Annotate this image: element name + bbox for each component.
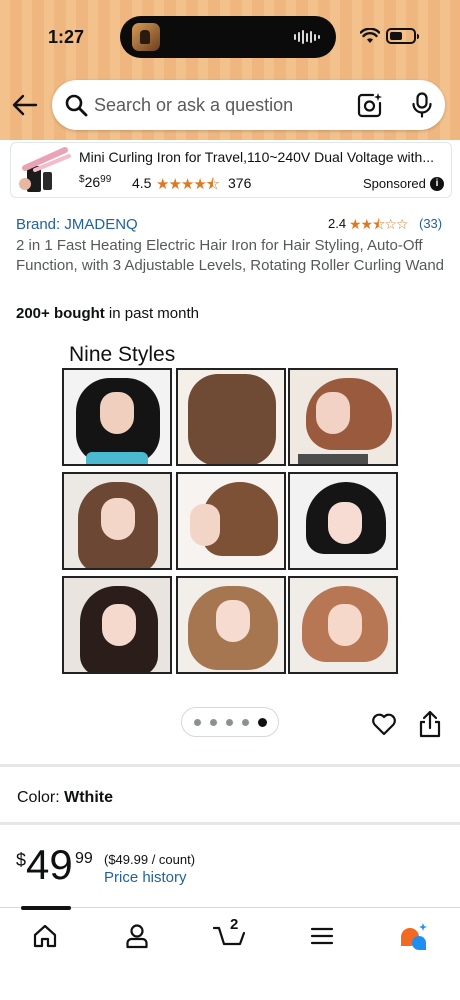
ad-product-image: [19, 147, 71, 192]
hairstyle-photo: [288, 368, 398, 466]
camera-lens-icon[interactable]: [357, 92, 383, 118]
ad-title[interactable]: Mini Curling Iron for Travel,110~240V Du…: [79, 149, 434, 165]
section-divider: [0, 822, 460, 825]
nav-cart[interactable]: 2: [205, 916, 255, 954]
back-arrow-icon[interactable]: [12, 93, 38, 117]
color-selection[interactable]: Color: Wthite: [17, 789, 113, 807]
search-icon: [65, 94, 88, 117]
sponsored-product-ad[interactable]: Mini Curling Iron for Travel,110~240V Du…: [10, 142, 452, 198]
image-carousel-dots[interactable]: [181, 707, 279, 737]
product-rating-value[interactable]: 2.4: [328, 216, 346, 231]
hairstyle-photo: [176, 368, 286, 466]
microphone-icon[interactable]: [410, 92, 434, 118]
carousel-dot[interactable]: [225, 718, 233, 726]
now-playing-thumbnail: [132, 23, 160, 51]
cart-count: 2: [230, 916, 239, 933]
rufus-assistant-icon: [401, 923, 427, 950]
price-per-unit: ($49.99 / count): [104, 852, 196, 867]
battery-icon: [386, 28, 419, 44]
share-icon[interactable]: [418, 710, 442, 738]
ad-rating-value: 4.5: [132, 175, 152, 191]
status-time: 1:27: [48, 27, 85, 47]
product-title: 2 in 1 Fast Heating Electric Hair Iron f…: [16, 237, 444, 274]
carousel-dot[interactable]: [241, 718, 249, 726]
carousel-dot[interactable]: [193, 718, 201, 726]
dynamic-island: [120, 16, 336, 58]
price-fraction: 99: [75, 850, 93, 867]
price-currency-symbol: $: [16, 850, 27, 870]
home-icon: [33, 924, 57, 948]
bottom-navigation: 2: [0, 906, 460, 1000]
nav-rufus[interactable]: [388, 918, 438, 954]
ad-rating-stars: ★★★★⯪: [156, 176, 220, 193]
audio-wave-icon: [294, 30, 320, 44]
carousel-dot[interactable]: [209, 718, 217, 726]
top-header: 1:27 Search or ask a question: [0, 0, 460, 140]
nav-menu[interactable]: [297, 918, 347, 954]
nav-account[interactable]: [112, 918, 162, 954]
nav-home[interactable]: [20, 918, 70, 954]
carousel-dot[interactable]: [257, 717, 267, 727]
hairstyle-photo: [62, 368, 172, 466]
product-image[interactable]: Nine Styles: [60, 340, 400, 680]
hairstyle-photo: [288, 576, 398, 674]
ad-review-count: 376: [228, 175, 252, 191]
price-history-link[interactable]: Price history: [104, 869, 187, 886]
sponsored-label: Sponsored: [363, 176, 426, 191]
account-icon: [126, 924, 148, 949]
search-input[interactable]: Search or ask a question: [94, 95, 293, 116]
price-whole: 49: [26, 841, 73, 888]
hairstyle-photo: [62, 472, 172, 570]
active-tab-indicator: [21, 906, 71, 910]
info-icon[interactable]: i: [430, 177, 444, 191]
search-bar[interactable]: Search or ask a question: [52, 80, 445, 130]
heart-icon[interactable]: [371, 712, 397, 736]
section-divider: [0, 764, 460, 767]
hairstyle-photo: [176, 472, 286, 570]
product-rating-stars[interactable]: ★★⯪☆☆: [349, 214, 408, 238]
hairstyle-photo: [62, 576, 172, 674]
ad-price: $2699: [79, 174, 112, 190]
wifi-icon: [360, 28, 380, 43]
hairstyle-photo: [288, 472, 398, 570]
image-caption: Nine Styles: [69, 343, 176, 366]
bought-in-past-month: 200+ bought in past month: [16, 305, 199, 322]
product-review-count[interactable]: (33): [419, 216, 442, 231]
menu-icon: [310, 927, 334, 945]
brand-link[interactable]: Brand: JMADENQ: [16, 216, 138, 233]
hairstyle-photo: [176, 576, 286, 674]
